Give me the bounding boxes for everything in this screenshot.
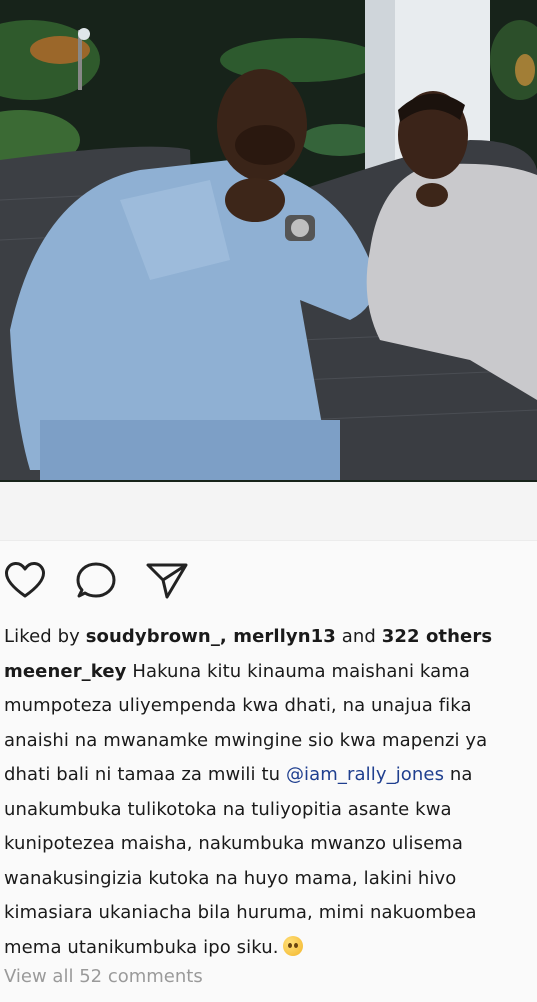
rolling-eyes-emoji-icon [282, 935, 303, 956]
heart-icon[interactable] [4, 560, 46, 604]
likes-line: Liked by soudybrown_, merllyn13 and 322 … [4, 620, 534, 655]
caption-line: kunipotezea maisha, nakumbuka mwanzo uli… [4, 833, 464, 854]
caption-line: meener_key Hakuna kitu kinauma maishani … [4, 655, 534, 690]
liked-by-users[interactable]: soudybrown_, merllyn13 [86, 626, 336, 647]
caption-line: anaishi na mwanamke mwingine sio kwa map… [4, 729, 488, 751]
mention-link[interactable]: @iam_rally_jones [286, 764, 444, 785]
post-caption: Liked by soudybrown_, merllyn13 and 322 … [4, 620, 534, 965]
post-action-bar [0, 556, 537, 606]
send-icon[interactable] [145, 560, 189, 604]
photo-bottom-strip [0, 482, 537, 541]
caption-line: mumpoteza uliyempenda kwa dhati, na unaj… [4, 695, 472, 716]
caption-text: mema utanikumbuka ipo siku. [4, 936, 279, 958]
view-all-comments-link[interactable]: View all 52 comments [4, 966, 203, 987]
caption-line: dhati bali ni tamaa za mwili tu @iam_ral… [4, 758, 534, 793]
caption-text: na [444, 764, 473, 785]
caption-line: wanakusingizia kutoka na huyo mama, laki… [4, 867, 457, 889]
caption-line: kimasiara ukaniacha bila huruma, mimi na… [4, 902, 477, 923]
likes-prefix: Liked by [4, 626, 86, 647]
comment-icon[interactable] [76, 560, 118, 604]
caption-line: unakumbuka tulikotoka na tuliyopitia asa… [4, 798, 452, 820]
caption-text: dhati bali ni tamaa za mwili tu [4, 764, 286, 785]
post-author-username[interactable]: meener_key [4, 661, 127, 682]
caption-line: mema utanikumbuka ipo siku. [4, 931, 534, 966]
likes-connector: and [335, 626, 382, 647]
likes-others-count[interactable]: 322 others [382, 626, 492, 647]
caption-text: Hakuna kitu kinauma maishani kama [126, 660, 471, 682]
post-photo[interactable] [0, 0, 537, 482]
post-photo-illustration [0, 0, 537, 482]
